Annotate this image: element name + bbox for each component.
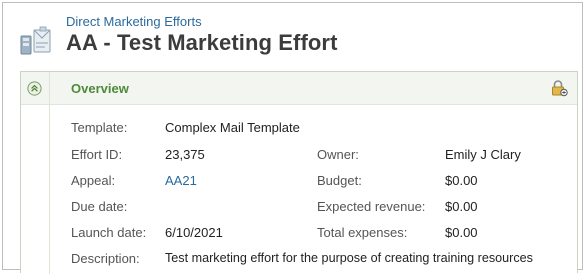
overview-title: Overview — [71, 81, 129, 96]
chevron-double-up-icon[interactable] — [27, 81, 42, 96]
description-value: Test marketing effort for the purpose of… — [165, 251, 533, 265]
owner-label: Owner: — [317, 147, 359, 162]
description-label: Description: — [71, 251, 140, 266]
effort-id-value: 23,375 — [165, 147, 205, 162]
page-title: AA - Test Marketing Effort — [66, 30, 338, 55]
overview-panel: Overview Template: Complex Mail Template… — [20, 71, 578, 274]
budget-value: $0.00 — [445, 173, 478, 188]
owner-value: Emily J Clary — [445, 147, 521, 162]
appeal-label: Appeal: — [71, 173, 116, 188]
marketing-effort-icon — [20, 26, 54, 56]
total-expenses-label: Total expenses: — [317, 225, 408, 240]
page-header: Direct Marketing Efforts AA - Test Marke… — [3, 3, 582, 69]
launch-date-value: 6/10/2021 — [165, 225, 223, 240]
lock-icon[interactable] — [550, 79, 568, 97]
effort-id-label: Effort ID: — [71, 147, 123, 162]
budget-label: Budget: — [317, 173, 362, 188]
panel-gutter — [49, 72, 50, 274]
total-expenses-value: $0.00 — [445, 225, 478, 240]
expected-revenue-value: $0.00 — [445, 199, 478, 214]
template-value: Complex Mail Template — [165, 120, 300, 135]
overview-panel-header[interactable]: Overview — [21, 72, 577, 105]
record-page: Direct Marketing Efforts AA - Test Marke… — [2, 2, 583, 274]
appeal-link[interactable]: AA21 — [165, 173, 197, 188]
breadcrumb[interactable]: Direct Marketing Efforts — [66, 14, 202, 29]
due-date-label: Due date: — [71, 199, 128, 214]
expected-revenue-label: Expected revenue: — [317, 199, 426, 214]
template-label: Template: — [71, 120, 128, 135]
launch-date-label: Launch date: — [71, 225, 147, 240]
